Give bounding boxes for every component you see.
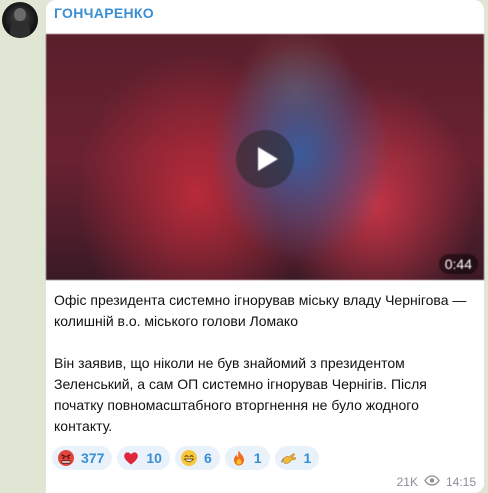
- reaction-grin[interactable]: 6: [174, 446, 220, 470]
- message-paragraph-2: Він заявив, що ніколи не був знайомий з …: [54, 355, 427, 434]
- message-meta: 21K 14:15: [397, 475, 476, 489]
- grin-face-icon: [180, 449, 198, 467]
- video-duration: 0:44: [438, 254, 478, 274]
- reaction-heart[interactable]: 10: [117, 446, 170, 470]
- reaction-count: 1: [303, 450, 312, 466]
- sender-name[interactable]: ГОНЧАРЕНКО: [54, 5, 154, 21]
- reaction-count: 10: [146, 450, 162, 466]
- views-count: 21K: [396, 475, 418, 489]
- heart-icon: [122, 449, 140, 467]
- reactions-bar: 377 10 6 1 1: [52, 446, 320, 470]
- reaction-hand[interactable]: 1: [274, 446, 320, 470]
- reaction-count: 1: [253, 450, 262, 466]
- reaction-fire[interactable]: 1: [224, 446, 270, 470]
- play-icon[interactable]: [236, 130, 294, 188]
- message-bubble: ГОНЧАРЕНКО 0:44 Офіс президента системно…: [46, 0, 484, 493]
- angry-face-icon: [57, 449, 75, 467]
- reaction-count: 377: [81, 450, 105, 466]
- reaction-angry[interactable]: 377: [52, 446, 113, 470]
- fire-icon: [230, 449, 248, 467]
- reaction-count: 6: [203, 450, 212, 466]
- avatar-head: [14, 8, 26, 21]
- channel-avatar[interactable]: [2, 2, 38, 38]
- avatar-body: [10, 21, 30, 38]
- message-time: 14:15: [445, 475, 476, 489]
- message-paragraph-1: Офіс президента системно ігнорував міськ…: [54, 292, 467, 329]
- hand-icon: [280, 449, 298, 467]
- video-player[interactable]: 0:44: [46, 34, 484, 280]
- message-text: Офіс президента системно ігнорував міськ…: [54, 290, 478, 458]
- eye-icon: [424, 475, 440, 489]
